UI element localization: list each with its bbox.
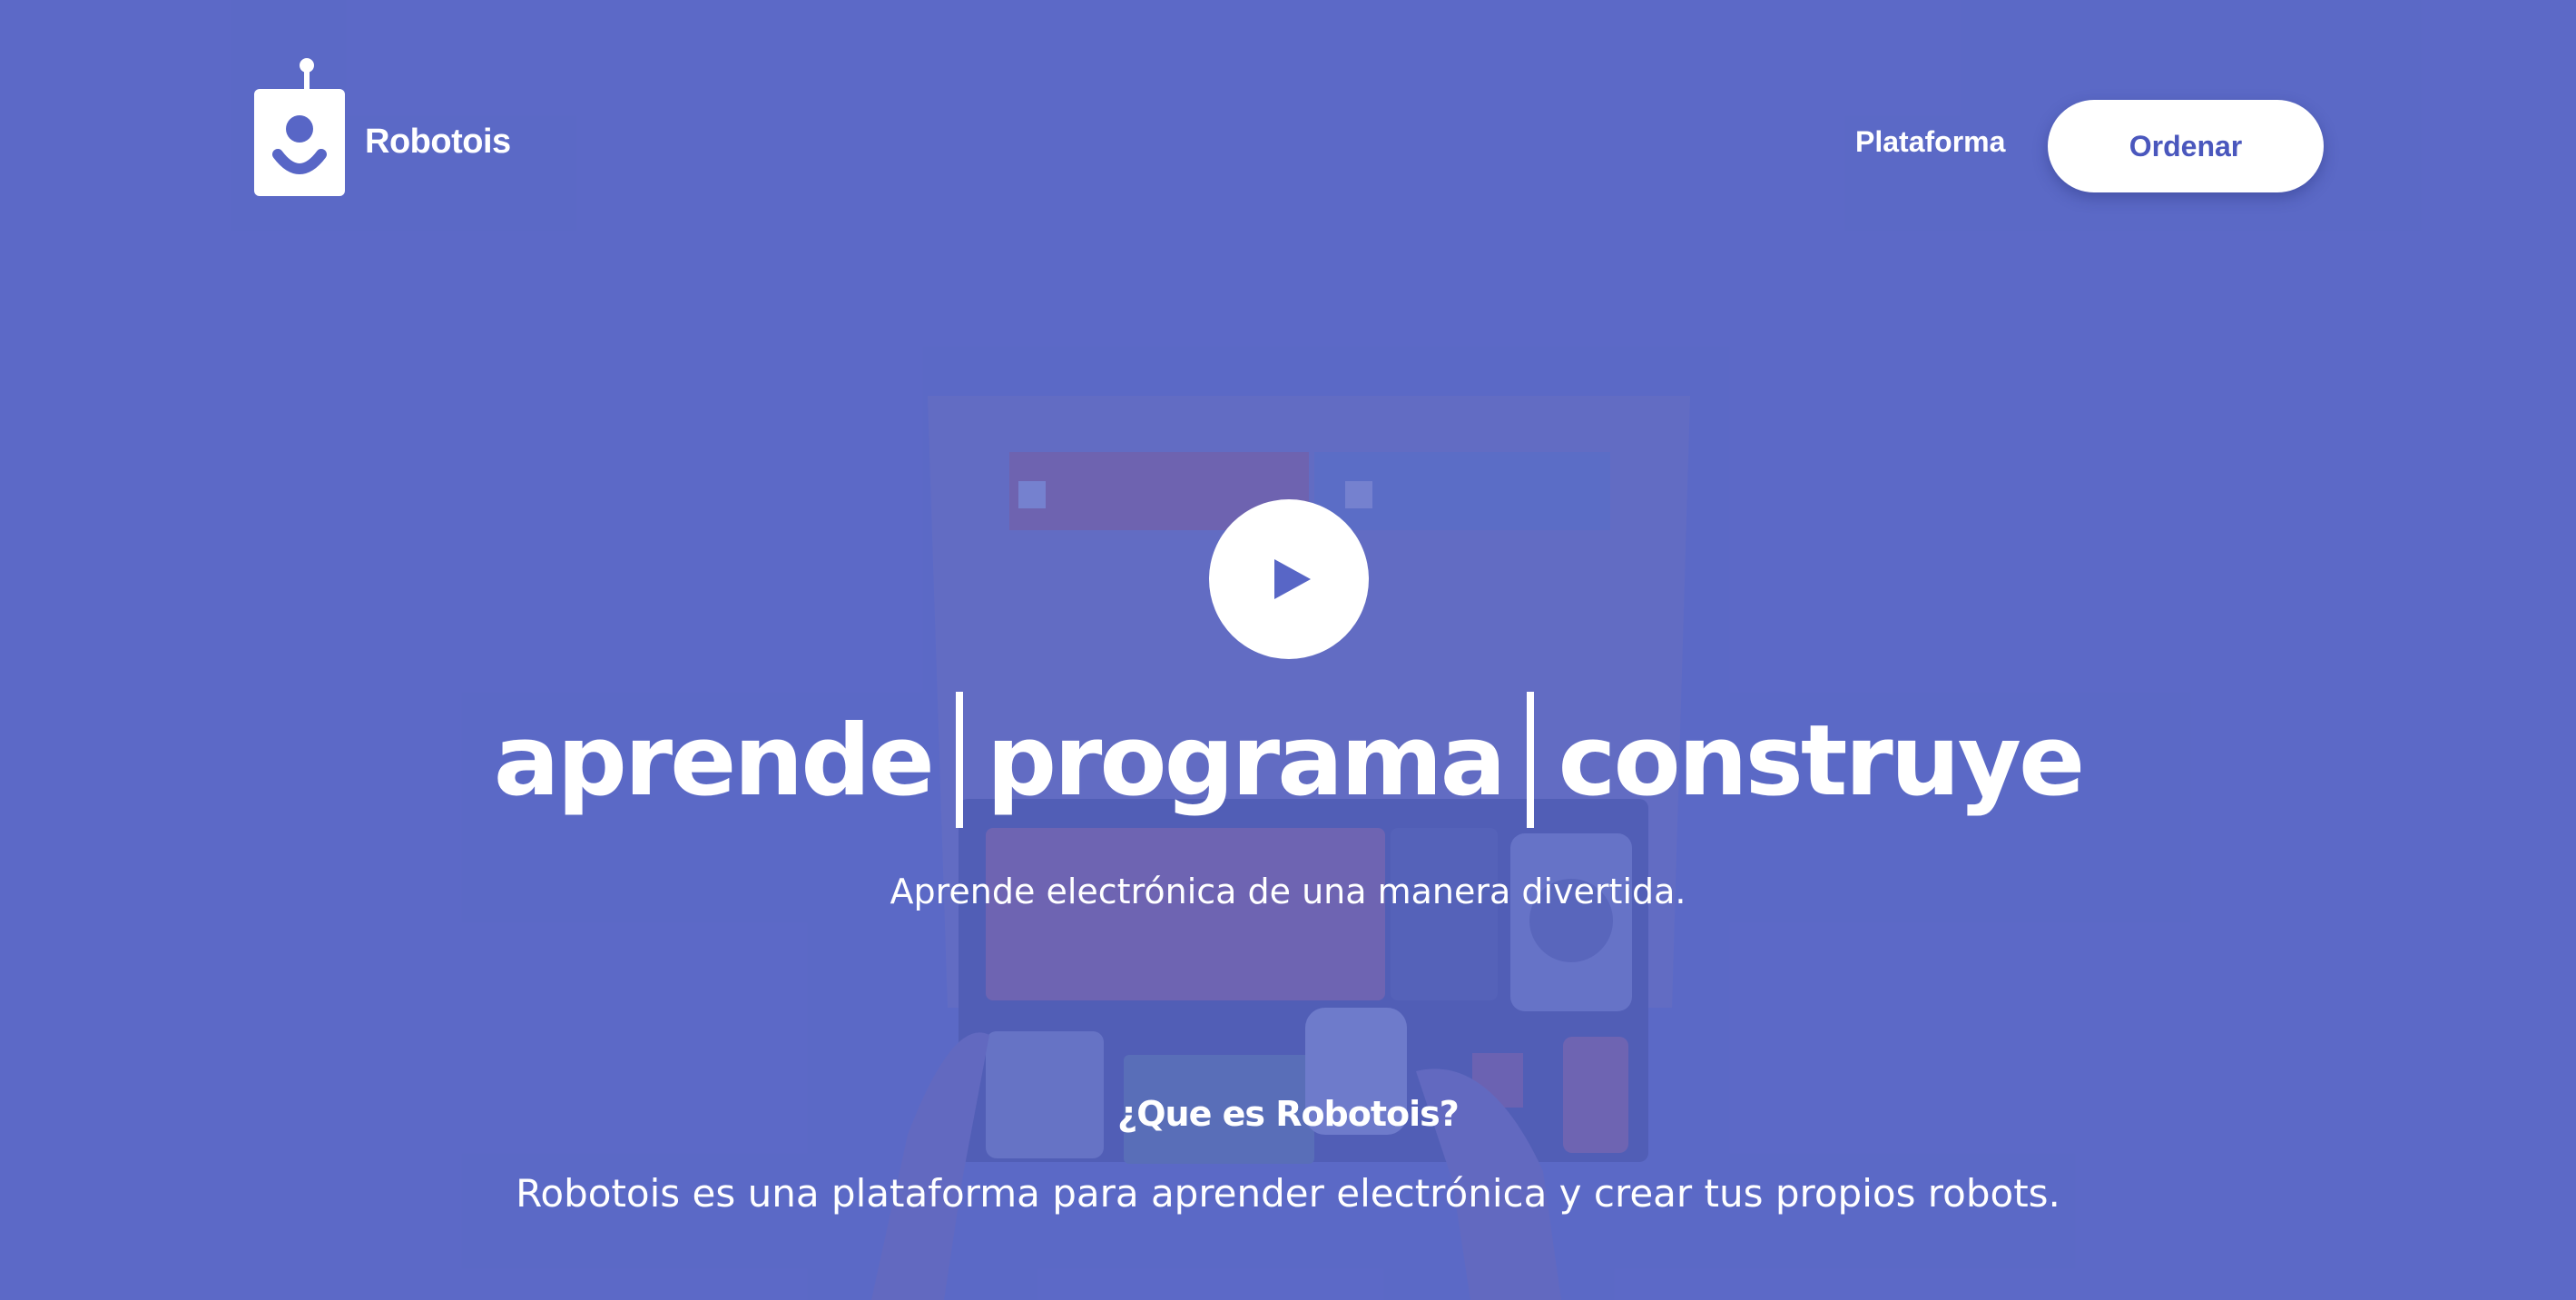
play-icon bbox=[1274, 559, 1311, 599]
headline-word-program: programa bbox=[986, 704, 1507, 818]
headline-word-learn: aprende bbox=[493, 704, 935, 818]
robot-logo-icon bbox=[254, 58, 345, 196]
headline-divider bbox=[955, 692, 963, 828]
hero-headline: aprende programa construye bbox=[0, 692, 2576, 835]
brand-name: Robotois bbox=[365, 122, 511, 161]
nav-link-platform[interactable]: Plataforma bbox=[1855, 125, 2005, 159]
hero-tagline: Aprende electrónica de una manera divert… bbox=[890, 872, 1686, 911]
landing-page: Robotois Plataforma Ordenar aprende progr… bbox=[0, 0, 2576, 1300]
headline-divider bbox=[1527, 692, 1535, 828]
play-video-button[interactable] bbox=[1209, 499, 1369, 659]
about-description: Robotois es una plataforma para aprender… bbox=[516, 1171, 2060, 1216]
about-title: ¿Que es Robotois? bbox=[1117, 1094, 1460, 1134]
order-button[interactable]: Ordenar bbox=[2048, 100, 2324, 192]
brand-logo[interactable]: Robotois bbox=[252, 56, 511, 205]
headline-word-build: construye bbox=[1558, 704, 2085, 818]
